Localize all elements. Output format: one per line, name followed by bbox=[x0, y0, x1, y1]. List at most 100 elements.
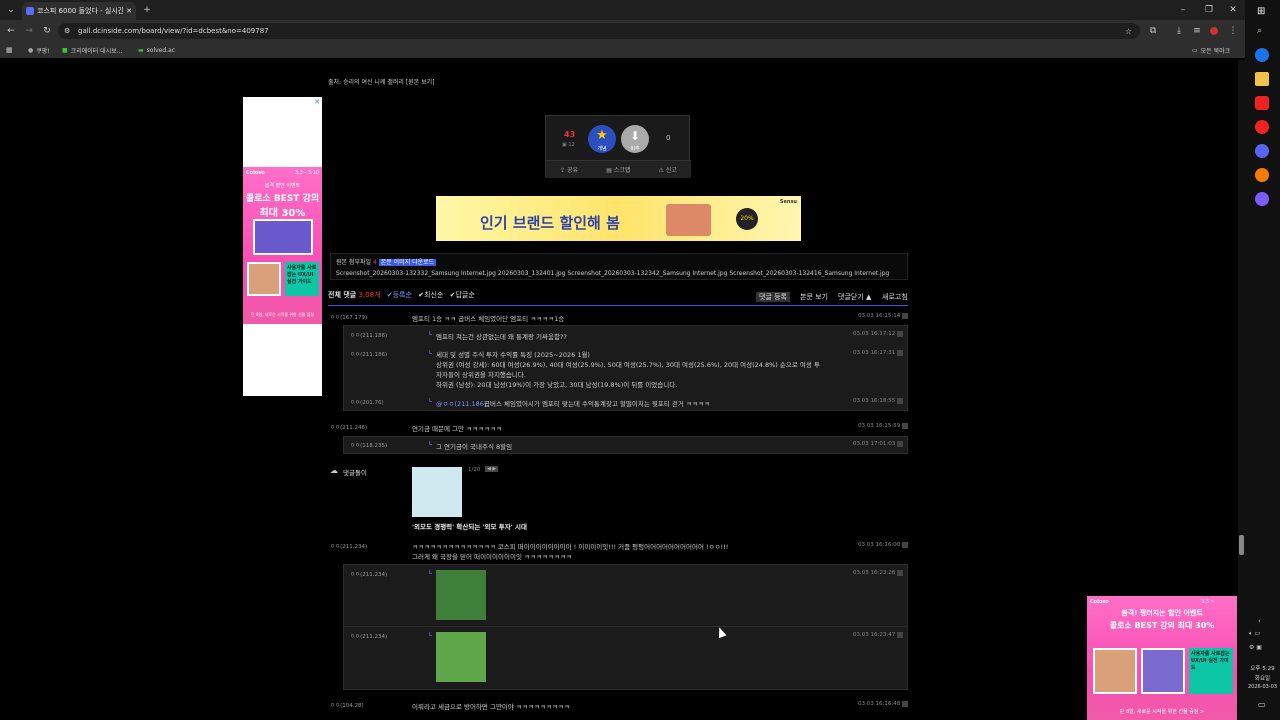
reply-image[interactable] bbox=[436, 632, 486, 682]
youtube-icon[interactable] bbox=[1255, 96, 1269, 110]
reply-line-2: 상위권 (여성 강세): 60대 여성(26.9%), 40대 여성(25.9%… bbox=[436, 361, 820, 369]
delete-icon[interactable] bbox=[897, 398, 903, 404]
scrap-button[interactable]: ▤ 스크랩 bbox=[606, 165, 630, 174]
comment-nick[interactable]: ㅇㅇ(104.28) bbox=[330, 701, 364, 709]
bookmark-coupang[interactable]: ● 쿠팡! bbox=[28, 42, 50, 58]
url-text: gall.dcinside.com/board/view/?id=dcbest&… bbox=[78, 27, 269, 35]
write-comment-button[interactable]: 댓글 등록 bbox=[756, 292, 790, 302]
chrome-icon[interactable] bbox=[1255, 48, 1269, 62]
files-list[interactable]: Screenshot_20260303-132332_Samsung Inter… bbox=[336, 270, 902, 277]
bot-thumbnail[interactable] bbox=[412, 467, 462, 517]
right-ad[interactable]: Coloso 3.3 ~ 봄격! 펑터지는 할인 이벤트 콜로소 BEST 강의… bbox=[1087, 596, 1237, 720]
file-explorer-icon[interactable] bbox=[1255, 72, 1269, 86]
reply-nick[interactable]: ㅇㅇ(201.76) bbox=[350, 398, 384, 406]
ad-footer: 단 8일, 새로운 시작을 위한 선물 증정 bbox=[251, 312, 314, 317]
tab-search-icon[interactable]: ⌄ bbox=[4, 3, 18, 17]
clock-date: 2026-03-03 bbox=[1247, 684, 1278, 690]
delete-icon[interactable] bbox=[902, 701, 908, 707]
share-button[interactable]: ⇪ 공유 bbox=[560, 165, 578, 174]
delete-icon[interactable] bbox=[902, 542, 908, 548]
sort-replies[interactable]: ✔답글순 bbox=[450, 291, 475, 299]
upvote-button[interactable]: ★ 개념 bbox=[588, 125, 616, 153]
bot-pager-arrows[interactable]: ◀ ▶ bbox=[485, 466, 499, 472]
profile-avatar[interactable] bbox=[1210, 27, 1218, 35]
messenger-icon[interactable] bbox=[1255, 192, 1269, 206]
apps-icon[interactable]: ▦ bbox=[6, 42, 13, 58]
scrollbar-thumb[interactable] bbox=[1239, 535, 1244, 555]
left-ad[interactable]: ✕ Coloso 3.3 - 3.10 봄격 할인 이벤트 콜로소 BEST 강… bbox=[243, 97, 322, 396]
download-icon[interactable]: ⤓ bbox=[1172, 24, 1186, 38]
delete-icon[interactable] bbox=[897, 570, 903, 576]
forward-icon[interactable]: → bbox=[22, 24, 36, 38]
delete-icon[interactable] bbox=[902, 423, 908, 429]
reply-nick[interactable]: ㅇㅇ(118.235) bbox=[350, 441, 387, 449]
ad-discount: 최대 30% bbox=[259, 208, 306, 219]
discord-icon[interactable] bbox=[1255, 144, 1269, 158]
ad-close-icon[interactable]: ✕ bbox=[314, 98, 320, 106]
windows-start-icon[interactable]: ⊞ bbox=[1257, 6, 1265, 17]
reply-nick[interactable]: ㅇㅇ(211.234) bbox=[350, 632, 387, 640]
address-bar[interactable]: ⚙ gall.dcinside.com/board/view/?id=dcbes… bbox=[58, 23, 1140, 39]
bookmark-star-icon[interactable]: ☆ bbox=[1125, 27, 1132, 36]
refresh-button[interactable]: 새로고침 bbox=[882, 292, 908, 302]
delete-icon[interactable] bbox=[897, 441, 903, 447]
back-icon[interactable]: ← bbox=[4, 24, 18, 38]
sort-latest[interactable]: ✔최신순 bbox=[418, 291, 443, 299]
bookmark-solved[interactable]: ▬ solved.ac bbox=[138, 42, 175, 58]
article-source[interactable]: 출처: 승리의 여신 니케 갤러리 [원본 보기] bbox=[328, 77, 434, 86]
down-count: 0 bbox=[666, 134, 671, 142]
close-tab-icon[interactable]: ✕ bbox=[126, 7, 132, 15]
reply-mention[interactable]: @ㅇㅇ(211.186) bbox=[436, 398, 486, 408]
firefox-icon[interactable] bbox=[1255, 168, 1269, 182]
banner-image bbox=[666, 204, 711, 236]
bot-caption[interactable]: '외모도 경쟁력' 확산되는 '외모 투자' 시대 bbox=[412, 521, 527, 531]
delete-icon[interactable] bbox=[897, 350, 903, 356]
new-tab-button[interactable]: + bbox=[140, 3, 154, 17]
delete-icon[interactable] bbox=[902, 313, 908, 319]
minimize-icon[interactable]: – bbox=[1176, 3, 1190, 17]
comment-nick[interactable]: ㅇㅇ(211.246) bbox=[330, 423, 367, 431]
reply-arrow-icon: └ bbox=[428, 632, 432, 640]
bookmarks-bar: ▦ ● 쿠팡! ■ 크리에이터 대시보... ▬ solved.ac ▭ 모든 북마크 bbox=[0, 42, 1245, 58]
reply-date: 03.03 16:17:12 bbox=[853, 331, 896, 337]
site-info-icon[interactable]: ⚙ bbox=[64, 27, 70, 35]
comment-nick[interactable]: ㅇㅇ(167.179) bbox=[330, 313, 367, 321]
comment-text: 이뤄라고 세금으로 방어하면 그만이야 ㅋㅋㅋㅋㅋㅋㅋㅋㅋ bbox=[412, 703, 570, 711]
close-window-icon[interactable]: ✕ bbox=[1226, 3, 1240, 17]
banner-brand: Sensu bbox=[779, 199, 797, 205]
delete-icon[interactable] bbox=[897, 632, 903, 638]
report-button[interactable]: ⚠ 신고 bbox=[659, 165, 677, 174]
menu-icon[interactable]: ⋮ bbox=[1226, 24, 1240, 38]
comment-nick[interactable]: ㅇㅇ(211.234) bbox=[330, 542, 367, 550]
ad-banner[interactable]: 인기 브랜드 할인해 봄 20% Sensu bbox=[436, 196, 801, 241]
bot-nick: 댓글돌이 bbox=[343, 469, 367, 477]
reply-image[interactable] bbox=[436, 570, 486, 620]
bookmark-creator[interactable]: ■ 크리에이터 대시보... bbox=[62, 42, 122, 58]
reload-icon[interactable]: ↻ bbox=[40, 24, 54, 38]
reply-nick[interactable]: ㅇㅇ(211.234) bbox=[350, 570, 387, 578]
reply-nick[interactable]: ㅇㅇ(211.186) bbox=[350, 350, 387, 358]
app-red-icon[interactable] bbox=[1255, 120, 1269, 134]
delete-icon[interactable] bbox=[897, 331, 903, 337]
fold-comments-button[interactable]: 댓글닫기 ▲ bbox=[838, 292, 871, 302]
clock-time[interactable]: 오후 5:29 bbox=[1245, 664, 1280, 672]
reply-nick[interactable]: ㅇㅇ(211.186) bbox=[350, 331, 387, 339]
notification-icon[interactable]: ▭ bbox=[1258, 700, 1266, 709]
chevron-left-icon[interactable]: ‹ bbox=[1258, 617, 1261, 625]
download-images-button[interactable]: 본문 이미지 다운로드 bbox=[378, 259, 437, 266]
tab-active[interactable]: 코스피 6000 돌었다 - 실시간 ... ✕ bbox=[22, 2, 136, 20]
volume-icon[interactable]: 🔈︎ ▭ bbox=[1249, 630, 1260, 638]
sort-registered[interactable]: ✔등록순 bbox=[387, 291, 412, 299]
downvote-button[interactable]: ⬇ 비추 bbox=[621, 125, 649, 153]
reply-date: 03.03 17:01:03 bbox=[853, 441, 896, 447]
extensions-icon[interactable]: ⧉ bbox=[1146, 24, 1160, 38]
scrollbar[interactable] bbox=[1238, 60, 1245, 720]
restore-icon[interactable]: ❐ bbox=[1202, 3, 1216, 17]
all-bookmarks[interactable]: ▭ 모든 북마크 bbox=[1192, 42, 1230, 58]
reply-arrow-icon: └ bbox=[428, 441, 432, 449]
settings-icon[interactable]: ⚙ ▣ bbox=[1249, 644, 1262, 651]
media-icon[interactable]: ≡ bbox=[1190, 24, 1204, 38]
reply-arrow-icon: └ bbox=[428, 331, 432, 339]
view-body-button[interactable]: 본문 보기 bbox=[800, 292, 828, 302]
search-icon[interactable]: ⌕ bbox=[1257, 26, 1262, 36]
